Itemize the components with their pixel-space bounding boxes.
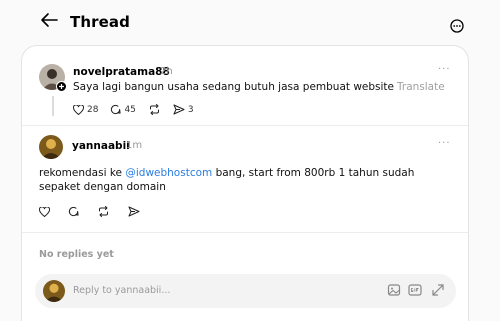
comment-icon bbox=[68, 206, 79, 217]
no-replies-label: No replies yet bbox=[39, 249, 114, 260]
share-button[interactable] bbox=[128, 206, 140, 217]
timestamp: 2h bbox=[160, 66, 173, 77]
post-body: Saya lagi bangun usaha sedang butuh jasa… bbox=[73, 81, 395, 93]
more-options-icon[interactable]: ··· bbox=[438, 64, 451, 75]
avatar-image bbox=[43, 280, 65, 302]
reply-input[interactable]: Reply to yannaabii... bbox=[73, 285, 170, 296]
heart-icon bbox=[73, 104, 84, 115]
repost-icon bbox=[99, 206, 108, 217]
gif-icon[interactable] bbox=[408, 283, 422, 297]
thread-line bbox=[52, 96, 54, 116]
comment-button[interactable]: 45 bbox=[110, 104, 136, 115]
avatar-image bbox=[39, 135, 63, 159]
post-actions: 28 45 3 bbox=[73, 104, 206, 115]
thread-card: novelpratama88 2h ··· Saya lagi bangun u… bbox=[21, 45, 469, 321]
repost-button[interactable] bbox=[97, 206, 110, 217]
username[interactable]: novelpratama88 bbox=[73, 66, 170, 78]
repost-icon bbox=[149, 104, 159, 115]
divider bbox=[22, 232, 468, 233]
mention-link[interactable]: @idwebhostcom bbox=[125, 167, 212, 179]
back-arrow-icon[interactable] bbox=[40, 12, 58, 28]
send-icon bbox=[128, 206, 140, 217]
reply-text-start: rekomendasi ke bbox=[39, 167, 126, 179]
translate-link[interactable]: Translate bbox=[397, 81, 445, 93]
top-bar: Thread bbox=[0, 0, 500, 44]
like-button[interactable] bbox=[39, 206, 50, 217]
comment-icon bbox=[111, 104, 122, 115]
heart-icon bbox=[39, 206, 50, 217]
follow-plus-icon[interactable] bbox=[56, 81, 67, 92]
like-count: 28 bbox=[87, 104, 99, 115]
share-count: 3 bbox=[187, 104, 194, 115]
reply-text: rekomendasi ke @idwebhostcom bang, start… bbox=[39, 166, 449, 194]
repost-button[interactable] bbox=[148, 104, 161, 115]
reply-actions bbox=[39, 206, 152, 217]
page-title: Thread bbox=[70, 13, 130, 31]
reply-input-box[interactable]: Reply to yannaabii... bbox=[35, 274, 456, 308]
comment-count: 45 bbox=[124, 104, 136, 115]
expand-icon[interactable] bbox=[431, 283, 445, 297]
divider bbox=[22, 125, 468, 126]
send-icon bbox=[173, 104, 185, 115]
image-attach-icon[interactable] bbox=[387, 283, 401, 297]
username[interactable]: yannaabii bbox=[72, 140, 130, 152]
post-text: Saya lagi bangun usaha sedang butuh jasa… bbox=[73, 80, 453, 94]
like-button[interactable]: 28 bbox=[73, 104, 99, 115]
more-options-icon[interactable]: ··· bbox=[438, 138, 451, 149]
more-options-circle-icon[interactable] bbox=[450, 19, 464, 33]
share-button[interactable]: 3 bbox=[173, 104, 194, 115]
timestamp: 1m bbox=[126, 140, 143, 151]
avatar[interactable] bbox=[39, 135, 63, 159]
comment-button[interactable] bbox=[68, 206, 79, 217]
avatar bbox=[43, 280, 65, 302]
